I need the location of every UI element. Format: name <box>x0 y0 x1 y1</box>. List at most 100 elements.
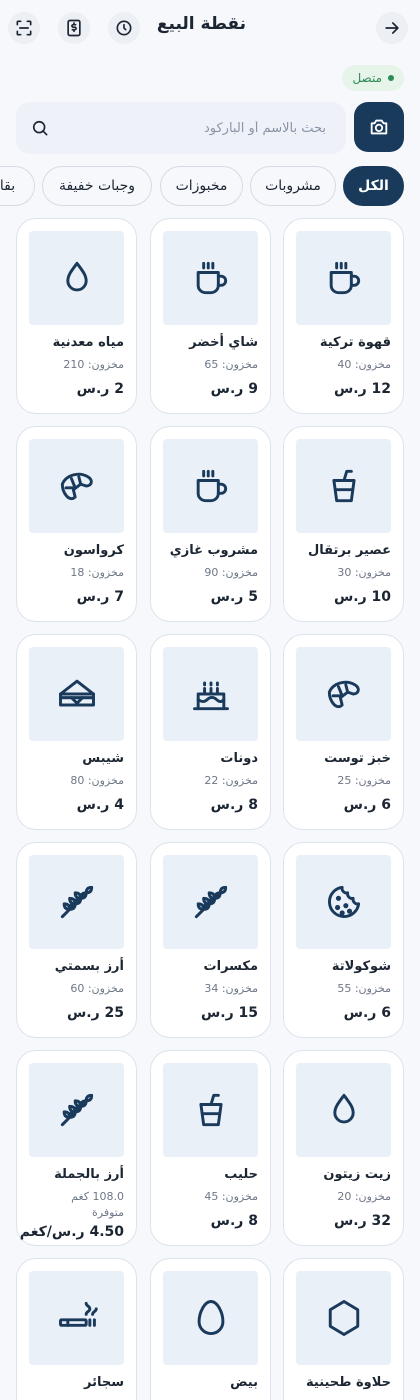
product-stock: مخزون: 30 <box>337 566 391 579</box>
scan-button[interactable] <box>8 12 40 44</box>
tab-drinks[interactable]: مشروبات <box>250 166 336 206</box>
product-name: دونات <box>220 751 258 766</box>
hexagon-icon <box>328 1300 359 1336</box>
product-thumb <box>29 231 124 325</box>
product-price: 6 ر.س <box>343 797 391 813</box>
product-name: مكسرات <box>203 959 258 974</box>
product-thumb <box>163 647 258 741</box>
product-name: أرز بالجملة <box>54 1167 124 1182</box>
product-thumb <box>29 1271 124 1365</box>
product-price: 4.50 ر.س/كغم <box>19 1224 124 1240</box>
wheat-icon <box>194 885 227 919</box>
product-stock: مخزون: 20 <box>337 1190 391 1203</box>
product-stock: مخزون: 45 <box>204 1190 258 1203</box>
product-thumb <box>163 1063 258 1157</box>
product-card[interactable]: دونات مخزون: 22 8 ر.س <box>150 634 271 830</box>
product-card[interactable]: شيبس مخزون: 80 4 ر.س <box>16 634 137 830</box>
history-button[interactable] <box>108 12 140 44</box>
product-stock: مخزون: 40 <box>337 358 391 371</box>
connection-status-badge: متصل <box>342 65 404 91</box>
product-availability: متوفرة <box>92 1206 124 1219</box>
product-card[interactable]: حليب مخزون: 45 8 ر.س <box>150 1050 271 1246</box>
product-card[interactable]: مشروب غازي مخزون: 90 5 ر.س <box>150 426 271 622</box>
product-name: شوكولاتة <box>331 959 391 974</box>
product-card[interactable]: كرواسون مخزون: 18 7 ر.س <box>16 426 137 622</box>
wheat-icon <box>60 1093 93 1127</box>
product-price: 5 ر.س <box>210 589 258 605</box>
cake-icon <box>192 681 229 711</box>
cigarette-icon <box>58 1301 98 1327</box>
camera-icon <box>370 119 388 135</box>
product-name: عصير برتقال <box>308 543 391 558</box>
product-price: 9 ر.س <box>210 381 258 397</box>
product-thumb <box>29 855 124 949</box>
product-thumb <box>296 1063 391 1157</box>
search-bar <box>16 102 346 154</box>
water-drop-icon <box>65 261 88 292</box>
page-title: نقطة البيع <box>156 14 246 34</box>
product-stock: 108.0 كغم <box>71 1190 124 1203</box>
product-card[interactable]: أرز بسمتي مخزون: 60 25 ر.س <box>16 842 137 1038</box>
product-name: حلاوة طحينية <box>306 1375 391 1390</box>
product-thumb <box>29 647 124 741</box>
product-name: شيبس <box>82 751 124 766</box>
receipt-button[interactable] <box>58 12 90 44</box>
product-name: زيت زيتون <box>323 1167 391 1182</box>
product-thumb <box>163 1271 258 1365</box>
croissant-icon <box>327 680 360 709</box>
product-thumb <box>296 647 391 741</box>
product-stock: مخزون: 55 <box>337 982 391 995</box>
product-stock: مخزون: 60 <box>70 982 124 995</box>
product-card[interactable]: شاي أخضر مخزون: 65 9 ر.س <box>150 218 271 414</box>
camera-scan-button[interactable] <box>354 102 404 152</box>
product-name: شاي أخضر <box>189 335 258 350</box>
product-card[interactable]: زيت زيتون مخزون: 20 32 ر.س <box>283 1050 404 1246</box>
product-card[interactable]: خبز توست مخزون: 25 6 ر.س <box>283 634 404 830</box>
product-card[interactable]: مياه معدنية مخزون: 210 2 ر.س <box>16 218 137 414</box>
back-button[interactable] <box>376 12 408 44</box>
status-label: متصل <box>352 71 382 85</box>
product-thumb <box>163 439 258 533</box>
product-name: قهوة تركية <box>319 335 391 350</box>
product-card[interactable]: سجائر <box>16 1258 137 1400</box>
search-input[interactable] <box>66 118 326 138</box>
product-card[interactable]: مكسرات مخزون: 34 15 ر.س <box>150 842 271 1038</box>
product-card[interactable]: حلاوة طحينية <box>283 1258 404 1400</box>
product-name: أرز بسمتي <box>54 959 124 974</box>
egg-icon <box>197 1300 224 1336</box>
category-tabs: الكل مشروبات مخبوزات وجبات خفيفة بقا <box>0 166 420 208</box>
product-thumb <box>163 855 258 949</box>
product-thumb <box>296 1271 391 1365</box>
product-card[interactable]: بيض <box>150 1258 271 1400</box>
croissant-icon <box>60 472 93 501</box>
product-price: 8 ر.س <box>210 797 258 813</box>
product-name: كرواسون <box>63 543 124 558</box>
product-thumb <box>29 439 124 533</box>
product-stock: مخزون: 80 <box>70 774 124 787</box>
product-card[interactable]: قهوة تركية مخزون: 40 12 ر.س <box>283 218 404 414</box>
product-thumb <box>296 439 391 533</box>
product-stock: مخزون: 34 <box>204 982 258 995</box>
product-stock: مخزون: 22 <box>204 774 258 787</box>
search-icon <box>32 120 48 136</box>
water-drop-icon <box>332 1093 355 1124</box>
tab-groceries[interactable]: بقا <box>0 166 35 206</box>
cookie-icon <box>327 885 360 918</box>
product-price: 10 ر.س <box>333 589 391 605</box>
coffee-cup-icon <box>196 261 227 295</box>
product-stock: مخزون: 210 <box>63 358 124 371</box>
juice-cup-icon <box>331 469 356 503</box>
coffee-cup-icon <box>196 469 227 503</box>
tab-bakery[interactable]: مخبوزات <box>160 166 243 206</box>
product-card[interactable]: شوكولاتة مخزون: 55 6 ر.س <box>283 842 404 1038</box>
product-stock: مخزون: 90 <box>204 566 258 579</box>
status-dot <box>388 75 394 81</box>
wheat-icon <box>60 885 93 919</box>
product-card[interactable]: أرز بالجملة 108.0 كغم متوفرة 4.50 ر.س/كغ… <box>16 1050 137 1246</box>
receipt-icon <box>67 19 81 37</box>
tab-snacks[interactable]: وجبات خفيفة <box>42 166 152 206</box>
tab-all[interactable]: الكل <box>343 166 404 206</box>
coffee-cup-icon <box>329 261 360 295</box>
back-arrow-icon <box>385 22 399 34</box>
product-card[interactable]: عصير برتقال مخزون: 30 10 ر.س <box>283 426 404 622</box>
